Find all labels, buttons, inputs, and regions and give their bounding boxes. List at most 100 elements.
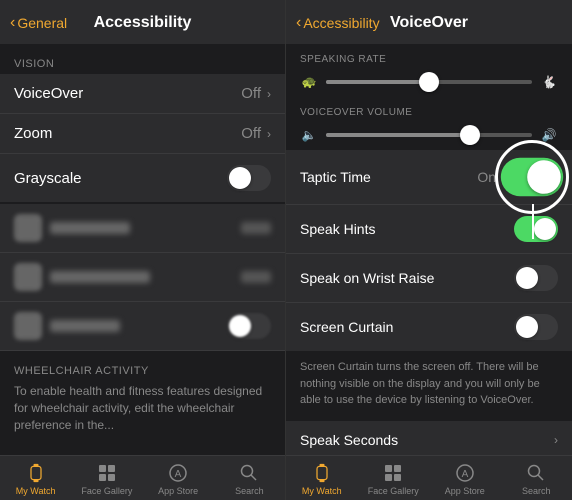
left-nav-title: Accessibility: [94, 14, 192, 32]
blur-toggle-thumb-1: [229, 315, 251, 337]
right-tab-mywatch-label: My Watch: [302, 486, 342, 496]
left-tab-bar: My Watch Face Gallery A App Store: [0, 455, 285, 500]
taptic-time-value: On: [477, 169, 496, 185]
right-list-group: Taptic Time On Speak Hints: [286, 150, 572, 351]
voiceover-value: Off: [241, 85, 261, 102]
left-panel: ‹ General Accessibility VISION VoiceOver…: [0, 0, 286, 500]
blurred-row-1: [0, 204, 285, 253]
toggle-line-indicator: [532, 204, 534, 239]
grayscale-toggle[interactable]: [227, 165, 271, 191]
blur-text-1: [50, 222, 130, 234]
right-tab-search[interactable]: Search: [501, 462, 572, 496]
left-store-icon: A: [167, 462, 189, 484]
speaking-rate-fill: [326, 80, 429, 84]
right-tab-appstore-label: App Store: [445, 486, 485, 496]
blur-icon-2: [14, 263, 42, 291]
left-tab-facegallery[interactable]: Face Gallery: [71, 462, 142, 496]
blurred-row-2: [0, 253, 285, 302]
right-nav-title: VoiceOver: [390, 14, 468, 32]
left-tab-mywatch[interactable]: My Watch: [0, 462, 71, 496]
voiceover-volume-fill: [326, 133, 470, 137]
zoom-label: Zoom: [14, 125, 52, 142]
taptic-toggle-container: [506, 161, 558, 193]
wheelchair-desc: To enable health and fitness features de…: [14, 383, 271, 433]
right-tab-facegallery[interactable]: Face Gallery: [358, 462, 430, 496]
grayscale-toggle-thumb: [229, 167, 251, 189]
right-tab-mywatch[interactable]: My Watch: [286, 462, 358, 496]
speak-wrist-label: Speak on Wrist Raise: [300, 270, 434, 286]
vision-list-group: VoiceOver Off › Zoom Off › Grayscale: [0, 74, 285, 202]
zoom-item[interactable]: Zoom Off ›: [0, 114, 285, 154]
screen-curtain-toggle[interactable]: [514, 314, 558, 340]
left-nav-bar: ‹ General Accessibility: [0, 0, 285, 44]
speak-hints-label: Speak Hints: [300, 221, 375, 237]
rabbit-icon: [540, 74, 558, 89]
right-back-button[interactable]: ‹ Accessibility: [296, 14, 380, 32]
svg-text:A: A: [175, 469, 182, 480]
taptic-time-label: Taptic Time: [300, 169, 371, 185]
voiceover-item[interactable]: VoiceOver Off ›: [0, 74, 285, 114]
voiceover-volume-slider-row: [286, 121, 572, 150]
left-watch-icon: [25, 462, 47, 484]
right-grid-icon: [382, 462, 404, 484]
speaking-rate-slider-row: [286, 68, 572, 97]
left-back-label: General: [17, 15, 67, 31]
voiceover-volume-track[interactable]: [326, 133, 532, 137]
screen-curtain-label: Screen Curtain: [300, 319, 393, 335]
speak-seconds-chevron: ›: [554, 433, 558, 447]
taptic-time-item[interactable]: Taptic Time On: [286, 150, 572, 205]
speaking-rate-header: SPEAKING RATE: [286, 44, 572, 68]
blurred-row-3: [0, 302, 285, 351]
speak-wrist-toggle[interactable]: [514, 265, 558, 291]
voiceover-right: Off ›: [241, 85, 271, 102]
grayscale-item[interactable]: Grayscale: [0, 154, 285, 202]
right-watch-icon: [311, 462, 333, 484]
voiceover-volume-thumb[interactable]: [460, 125, 480, 145]
vol-low-icon: [300, 127, 318, 142]
right-store-icon: A: [454, 462, 476, 484]
taptic-time-toggle-thumb: [527, 160, 561, 194]
right-tab-appstore[interactable]: A App Store: [429, 462, 501, 496]
zoom-chevron: ›: [267, 127, 271, 141]
right-tab-facegallery-label: Face Gallery: [368, 486, 419, 496]
speak-wrist-thumb: [516, 267, 538, 289]
blur-toggle-1: [227, 313, 271, 339]
blur-value-2: [241, 271, 271, 283]
left-grid-icon: [96, 462, 118, 484]
blur-text-2: [50, 271, 150, 283]
grayscale-label: Grayscale: [14, 170, 82, 187]
left-tab-search[interactable]: Search: [214, 462, 285, 496]
vol-high-icon: [540, 127, 558, 142]
left-tab-search-label: Search: [235, 486, 264, 496]
vision-section-header: VISION: [0, 44, 285, 74]
speaking-rate-track[interactable]: [326, 80, 532, 84]
right-search-icon: [525, 462, 547, 484]
turtle-icon: [300, 74, 318, 89]
left-scroll: VISION VoiceOver Off › Zoom Off › Graysc…: [0, 44, 285, 455]
speak-seconds-item[interactable]: Speak Seconds ›: [286, 421, 572, 456]
speak-hints-item[interactable]: Speak Hints: [286, 205, 572, 254]
speak-wrist-item[interactable]: Speak on Wrist Raise: [286, 254, 572, 303]
speak-hints-thumb: [534, 218, 556, 240]
right-scroll: SPEAKING RATE VOICEOVER VOLUME Taptic Ti…: [286, 44, 572, 455]
right-tab-search-label: Search: [522, 486, 551, 496]
left-search-icon: [238, 462, 260, 484]
left-back-chevron: ‹: [10, 14, 15, 32]
speak-seconds-group: Speak Seconds ›: [286, 421, 572, 456]
voiceover-label: VoiceOver: [14, 85, 83, 102]
speak-hints-toggle[interactable]: [514, 216, 558, 242]
left-tab-appstore[interactable]: A App Store: [143, 462, 214, 496]
taptic-time-toggle[interactable]: [501, 158, 563, 196]
voiceover-chevron: ›: [267, 87, 271, 101]
right-panel: ‹ Accessibility VoiceOver SPEAKING RATE …: [286, 0, 572, 500]
zoom-value: Off: [241, 125, 261, 142]
voiceover-volume-header: VOICEOVER VOLUME: [286, 97, 572, 121]
left-back-button[interactable]: ‹ General: [10, 14, 67, 32]
wheelchair-section: WHEELCHAIR ACTIVITY To enable health and…: [0, 351, 285, 439]
speaking-rate-thumb[interactable]: [419, 72, 439, 92]
right-tab-bar: My Watch Face Gallery A App Store: [286, 455, 572, 500]
screen-curtain-item[interactable]: Screen Curtain: [286, 303, 572, 351]
right-back-label: Accessibility: [303, 15, 379, 31]
blurred-group-1: [0, 204, 285, 351]
blur-text-3: [50, 320, 120, 332]
